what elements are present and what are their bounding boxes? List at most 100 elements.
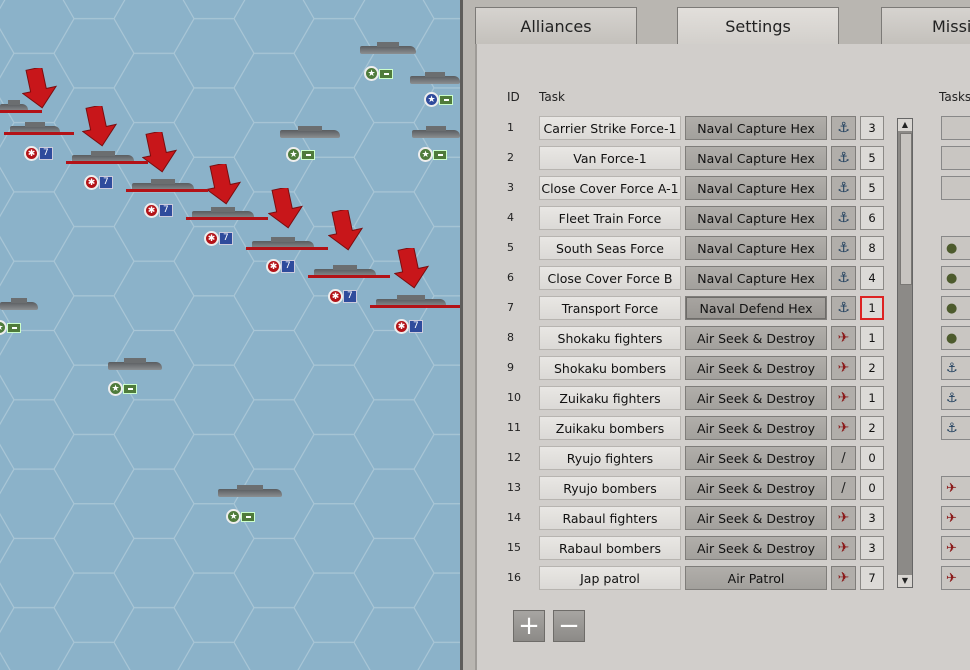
task-anchor-button[interactable]: ⚓ [941, 416, 970, 440]
task-name-field[interactable]: Carrier Strike Force-1 [539, 116, 681, 140]
task-type-button[interactable]: Naval Capture Hex [685, 266, 827, 290]
task-unit-button[interactable] [941, 146, 970, 170]
task-name-field[interactable]: Shokaku fighters [539, 326, 681, 350]
task-row-id: 7 [507, 301, 514, 314]
task-unit-button[interactable]: ● [941, 296, 970, 320]
task-unit-button[interactable]: ● [941, 326, 970, 350]
task-row-id: 6 [507, 271, 514, 284]
task-name-field[interactable]: Rabaul fighters [539, 506, 681, 530]
allied-unit-badge[interactable]: ★ [286, 147, 315, 162]
japanese-unit-badge[interactable]: ✱ 7 [328, 289, 357, 304]
task-type-button[interactable]: Naval Capture Hex [685, 236, 827, 260]
task-unit-button[interactable]: ● [941, 236, 970, 260]
unit-count-field[interactable]: 1 [860, 386, 884, 410]
unit-count-field[interactable]: 1 [860, 296, 884, 320]
task-name-field[interactable]: Van Force-1 [539, 146, 681, 170]
add-task-button[interactable]: + [513, 610, 545, 642]
unit-count-field[interactable]: 0 [860, 446, 884, 470]
allied-warship[interactable] [410, 72, 460, 84]
task-aircraft-button[interactable]: ✈ [941, 536, 970, 560]
allied-warship[interactable] [0, 298, 38, 310]
task-name-field[interactable]: Transport Force [539, 296, 681, 320]
unit-count-field[interactable]: 4 [860, 266, 884, 290]
task-name-field[interactable]: Close Cover Force B [539, 266, 681, 290]
task-name-field[interactable]: Rabaul bombers [539, 536, 681, 560]
task-name-field[interactable]: Close Cover Force A-1 [539, 176, 681, 200]
task-unit-button[interactable]: ● [941, 266, 970, 290]
scroll-thumb[interactable] [900, 133, 912, 285]
tab-alliances[interactable]: Alliances [475, 7, 637, 45]
remove-task-button[interactable]: − [553, 610, 585, 642]
task-unit-button[interactable] [941, 116, 970, 140]
tab-missions[interactable]: Missi [881, 7, 970, 45]
unit-count-field[interactable]: 7 [860, 566, 884, 590]
task-name-field[interactable]: Zuikaku bombers [539, 416, 681, 440]
task-unit-button[interactable] [941, 176, 970, 200]
task-type-button[interactable]: Air Seek & Destroy [685, 476, 827, 500]
unit-count-field[interactable]: 8 [860, 236, 884, 260]
task-anchor-button[interactable]: ⚓ [941, 356, 970, 380]
unit-count-field[interactable]: 6 [860, 206, 884, 230]
task-type-button[interactable]: Air Patrol [685, 566, 827, 590]
hex-map[interactable]: ✱7 ✱7 ✱7 ✱7 ✱7 ✱7 ✱7 ★ ★ ★ ★ ★ ★ ★ [0, 0, 460, 670]
task-type-button[interactable]: Air Seek & Destroy [685, 506, 827, 530]
japanese-unit-badge[interactable]: ✱ 7 [144, 203, 173, 218]
task-type-button[interactable]: Air Seek & Destroy [685, 356, 827, 380]
task-aircraft-button[interactable]: ✈ [941, 476, 970, 500]
task-type-button[interactable]: Air Seek & Destroy [685, 536, 827, 560]
unit-status-flag [123, 383, 137, 394]
task-row-id: 2 [507, 151, 514, 164]
allied-unit-badge[interactable]: ★ [108, 381, 137, 396]
japanese-unit-badge[interactable]: ✱ 7 [204, 231, 233, 246]
allied-unit-badge[interactable]: ★ [226, 509, 255, 524]
task-type-button[interactable]: Air Seek & Destroy [685, 386, 827, 410]
scroll-up-arrow-icon[interactable]: ▲ [898, 119, 912, 131]
allied-warship[interactable] [360, 42, 416, 54]
task-type-button[interactable]: Naval Capture Hex [685, 146, 827, 170]
task-type-button[interactable]: Naval Defend Hex [685, 296, 827, 320]
allied-unit-badge[interactable]: ★ [0, 320, 21, 335]
task-name-field[interactable]: Ryujo bombers [539, 476, 681, 500]
move-order-arrow-icon [328, 210, 364, 251]
aircraft-icon: ✈ [831, 416, 856, 440]
allied-warship[interactable] [218, 485, 282, 497]
unit-count-field[interactable]: 3 [860, 506, 884, 530]
star-icon: ★ [108, 381, 123, 396]
task-name-field[interactable]: Zuikaku fighters [539, 386, 681, 410]
allied-warship[interactable] [280, 126, 340, 138]
task-name-field[interactable]: Jap patrol [539, 566, 681, 590]
task-type-button[interactable]: Naval Capture Hex [685, 176, 827, 200]
task-type-button[interactable]: Naval Capture Hex [685, 116, 827, 140]
unit-count-field[interactable]: 1 [860, 326, 884, 350]
japanese-unit-badge[interactable]: ✱ 7 [394, 319, 423, 334]
task-aircraft-button[interactable]: ✈ [941, 506, 970, 530]
unit-count-field[interactable]: 3 [860, 116, 884, 140]
allied-unit-badge[interactable]: ★ [424, 92, 453, 107]
task-list-scrollbar[interactable]: ▲ ▼ [897, 118, 913, 588]
task-type-button[interactable]: Air Seek & Destroy [685, 326, 827, 350]
task-type-button[interactable]: Air Seek & Destroy [685, 416, 827, 440]
tab-settings[interactable]: Settings [677, 7, 839, 45]
task-type-button[interactable]: Air Seek & Destroy [685, 446, 827, 470]
allied-warship[interactable] [108, 358, 162, 370]
unit-count-field[interactable]: 2 [860, 356, 884, 380]
task-name-field[interactable]: Fleet Train Force [539, 206, 681, 230]
task-anchor-button[interactable]: ⚓ [941, 386, 970, 410]
unit-count-field[interactable]: 5 [860, 176, 884, 200]
unit-count-field[interactable]: 3 [860, 536, 884, 560]
japanese-unit-badge[interactable]: ✱ 7 [84, 175, 113, 190]
allied-warship[interactable] [412, 126, 460, 138]
task-aircraft-button[interactable]: ✈ [941, 566, 970, 590]
japanese-unit-badge[interactable]: ✱ 7 [266, 259, 295, 274]
task-name-field[interactable]: Shokaku bombers [539, 356, 681, 380]
japanese-unit-badge[interactable]: ✱ 7 [24, 146, 53, 161]
allied-unit-badge[interactable]: ★ [364, 66, 393, 81]
unit-count-field[interactable]: 0 [860, 476, 884, 500]
unit-count-field[interactable]: 5 [860, 146, 884, 170]
unit-count-field[interactable]: 2 [860, 416, 884, 440]
task-type-button[interactable]: Naval Capture Hex [685, 206, 827, 230]
task-name-field[interactable]: South Seas Force [539, 236, 681, 260]
scroll-down-arrow-icon[interactable]: ▼ [898, 575, 912, 587]
allied-unit-badge[interactable]: ★ [418, 147, 447, 162]
task-name-field[interactable]: Ryujo fighters [539, 446, 681, 470]
